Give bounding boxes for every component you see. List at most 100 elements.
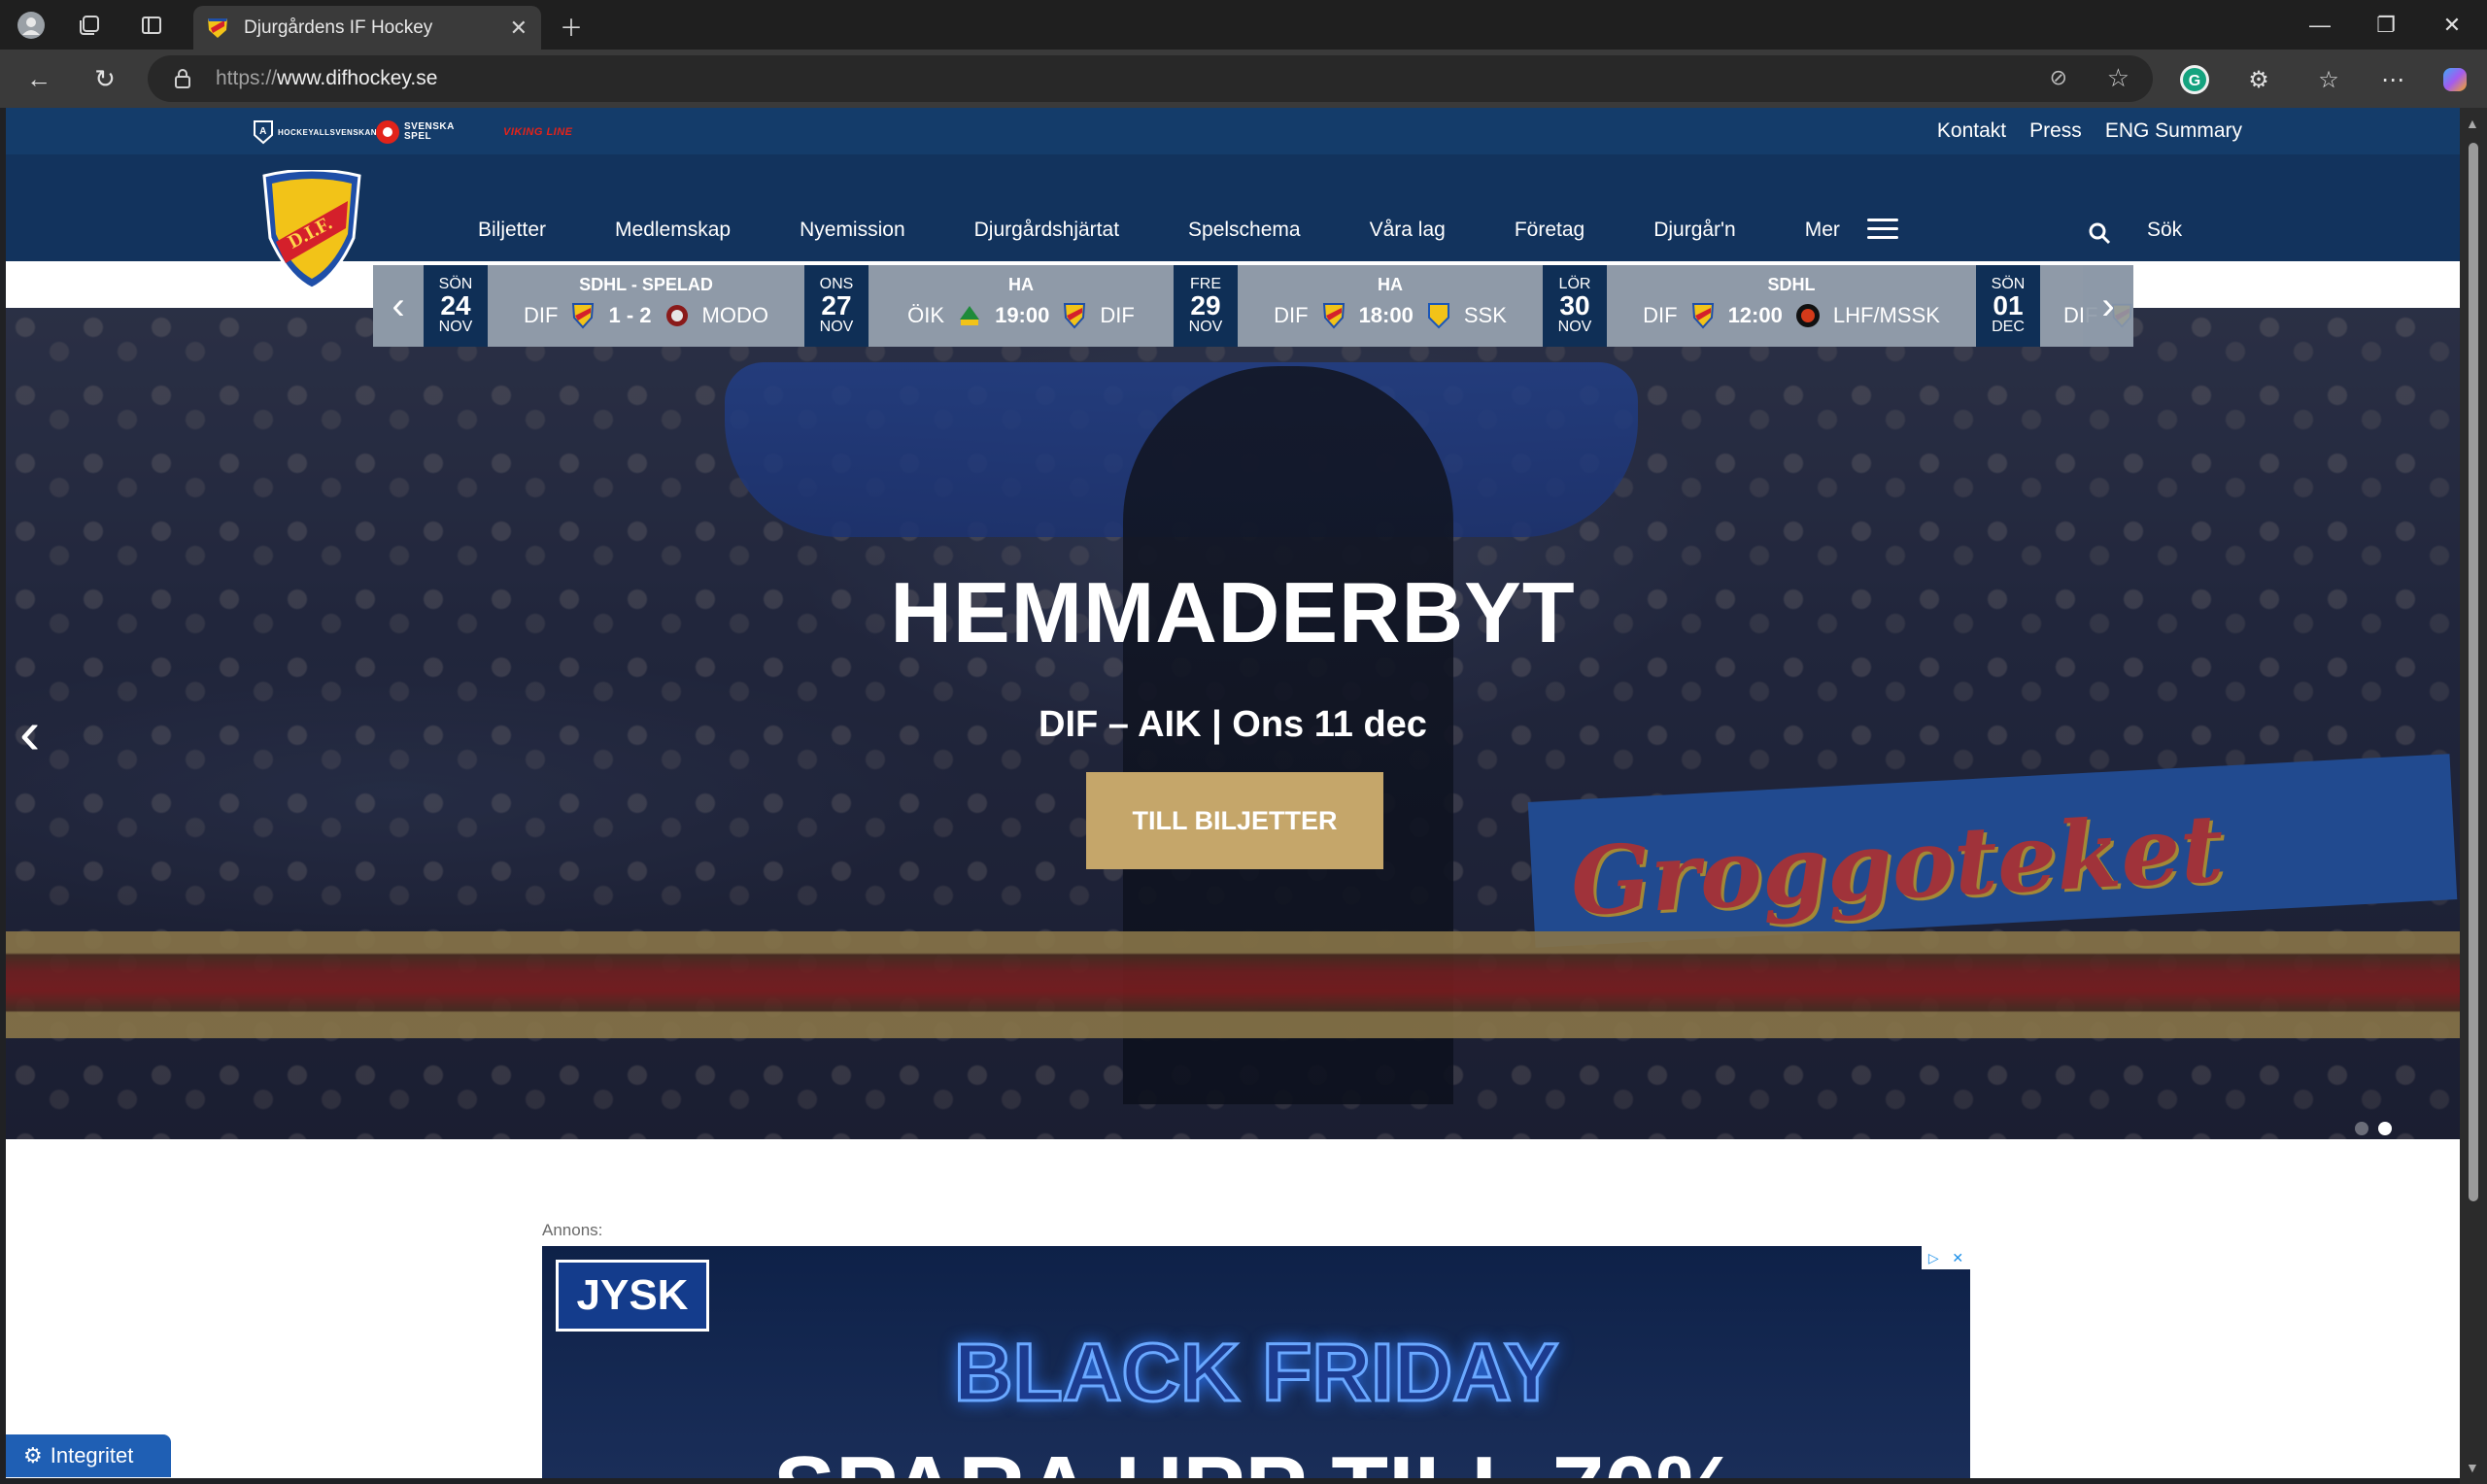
top-links: Kontakt Press ENG Summary (1937, 119, 2242, 143)
hockeyallsvenskan-logo-icon: A (254, 120, 273, 145)
jysk-logo: JYSK (556, 1260, 709, 1332)
privacy-label: Integritet (50, 1443, 134, 1467)
game-card[interactable]: SDHL DIF 12:00 LHF/MSSK (1607, 265, 1976, 347)
game-date: ONS 27 NOV (804, 265, 869, 347)
nav-nyemission[interactable]: Nyemission (800, 219, 905, 242)
search-icon[interactable] (2087, 220, 2114, 248)
date-month: NOV (819, 319, 854, 335)
extensions-icon[interactable]: ⚙ (2242, 63, 2275, 96)
nav-foretag[interactable]: Företag (1515, 219, 1584, 242)
nav-djurgardshjartat[interactable]: Djurgårdshjärtat (974, 219, 1119, 242)
new-tab-icon[interactable]: ＋ (554, 8, 589, 43)
nav-medlemskap[interactable]: Medlemskap (615, 219, 731, 242)
grammarly-icon[interactable]: G (2178, 63, 2211, 96)
browser-tab-bar: Djurgårdens IF Hockey ✕ ＋ — ❐ ✕ (0, 0, 2487, 50)
date-month: NOV (1188, 319, 1223, 335)
refresh-icon[interactable]: ↻ (87, 61, 122, 96)
ssk-crest-icon (1427, 303, 1449, 329)
nav-mer[interactable]: Mer (1805, 219, 1840, 242)
date-month: DEC (1992, 319, 2025, 335)
vertical-tabs-icon[interactable] (134, 8, 169, 43)
minimize-icon[interactable]: — (2293, 8, 2347, 43)
date-day: 29 (1190, 290, 1221, 320)
sponsor-strip: A HOCKEYALLSVENSKAN SVENSKA SPEL VIKING … (6, 108, 2460, 154)
tickets-button[interactable]: TILL BILJETTER (1086, 772, 1383, 869)
link-press[interactable]: Press (2029, 119, 2082, 143)
away-team: SSK (1463, 303, 1507, 327)
oik-crest-icon (960, 306, 980, 325)
game-card[interactable]: SDHL - SPELAD DIF 1 - 2 MODO (488, 265, 804, 347)
game-card[interactable]: HA DIF 18:00 SSK (1238, 265, 1543, 347)
jysk-ad-banner[interactable]: JYSK BLACK FRIDAY SPARA UPP TILL 70% ▷✕ (542, 1246, 1970, 1478)
away-team: DIF (1100, 303, 1135, 327)
favorite-star-icon[interactable]: ☆ (2107, 63, 2129, 93)
restore-icon[interactable]: ❐ (2359, 8, 2413, 43)
page-scrollbar[interactable]: ▲ ▼ (2460, 108, 2487, 1484)
privacy-button[interactable]: ⚙ Integritet (6, 1434, 171, 1477)
menu-more-icon[interactable]: ⋯ (2376, 63, 2409, 96)
game-date: SÖN 24 NOV (424, 265, 488, 347)
favorites-icon[interactable]: ☆ (2312, 63, 2345, 96)
slider-dot-active[interactable] (2378, 1122, 2392, 1135)
sponsor-viking-line[interactable]: VIKING LINE (503, 119, 573, 145)
hero-subtitle: DIF – AIK | Ons 11 dec (1039, 704, 1427, 745)
date-month: NOV (438, 319, 473, 335)
slider-prev-icon[interactable]: ‹ (19, 696, 40, 768)
gear-icon: ⚙ (23, 1443, 43, 1467)
url-prefix: https:// (216, 67, 278, 89)
home-team: DIF (1274, 303, 1309, 327)
ticker-next-icon[interactable]: › (2083, 265, 2133, 347)
link-eng-summary[interactable]: ENG Summary (2105, 119, 2242, 143)
game-card[interactable]: HA ÖIK 19:00 DIF (869, 265, 1174, 347)
dif-logo-icon[interactable]: D.I.F. (258, 170, 365, 292)
game-time: 12:00 (1727, 303, 1783, 327)
date-day: 27 (821, 290, 852, 320)
scroll-thumb[interactable] (2469, 143, 2478, 1201)
sponsor-svenska-spel[interactable]: SVENSKA SPEL (375, 119, 464, 145)
dif-crest-icon (1691, 303, 1714, 329)
close-window-icon[interactable]: ✕ (2425, 8, 2479, 43)
ad-headline: BLACK FRIDAY (952, 1326, 1559, 1420)
scroll-up-icon[interactable]: ▲ (2466, 116, 2479, 131)
hamburger-menu-icon[interactable] (1867, 219, 1898, 240)
game-date: SÖN 01 DEC (1976, 265, 2040, 347)
game-league: HA (1008, 275, 1034, 294)
game-time: 18:00 (1358, 303, 1414, 327)
scroll-down-icon[interactable]: ▼ (2466, 1460, 2479, 1475)
home-team: ÖIK (907, 303, 945, 327)
sponsor-hockeyallsvenskan[interactable]: A HOCKEYALLSVENSKAN (253, 119, 377, 145)
nav-djurgarn[interactable]: Djurgår'n (1653, 219, 1736, 242)
lhf-crest-icon (1795, 304, 1820, 327)
main-navigation: Biljetter Medlemskap Nyemission Djurgård… (478, 219, 1865, 242)
address-bar[interactable]: https://www.difhockey.se ⊘ ☆ (148, 55, 2153, 102)
dif-favicon-icon (208, 17, 227, 38)
back-icon[interactable]: ← (21, 61, 56, 96)
tracking-icon[interactable]: ⊘ (2050, 65, 2067, 90)
link-kontakt[interactable]: Kontakt (1937, 119, 2006, 143)
url-host: www.difhockey.se (277, 67, 438, 89)
game-date: LÖR 30 NOV (1543, 265, 1607, 347)
copilot-icon[interactable] (2438, 63, 2471, 96)
nav-spelschema[interactable]: Spelschema (1188, 219, 1301, 242)
game-date: FRE 29 NOV (1174, 265, 1238, 347)
search-label[interactable]: Sök (2147, 219, 2182, 242)
nav-biljetter[interactable]: Biljetter (478, 219, 546, 242)
workspaces-icon[interactable] (72, 8, 107, 43)
hero-slider: Groggoteket HEMMADERBYT DIF – AIK | Ons … (6, 308, 2460, 1139)
close-tab-icon[interactable]: ✕ (510, 16, 528, 41)
date-day: 24 (440, 290, 471, 320)
svg-text:A: A (259, 126, 267, 137)
slider-dots (2355, 1122, 2392, 1135)
profile-icon[interactable] (14, 8, 49, 43)
adchoices-icon[interactable]: ▷ ✕ (1922, 1246, 1970, 1269)
nav-vara-lag[interactable]: Våra lag (1370, 219, 1446, 242)
date-day: 30 (1559, 290, 1590, 320)
ticker-prev-icon[interactable]: ‹ (373, 265, 424, 347)
games-ticker: ‹ SÖN 24 NOV SDHL - SPELAD DIF 1 - 2 MOD… (373, 265, 2197, 347)
active-tab[interactable]: Djurgårdens IF Hockey ✕ (193, 6, 541, 50)
slider-dot[interactable] (2355, 1122, 2368, 1135)
dif-crest-icon (1322, 303, 1345, 329)
lock-icon[interactable] (171, 67, 194, 90)
url-text[interactable]: https://www.difhockey.se (216, 67, 437, 90)
home-team: DIF (524, 303, 559, 327)
